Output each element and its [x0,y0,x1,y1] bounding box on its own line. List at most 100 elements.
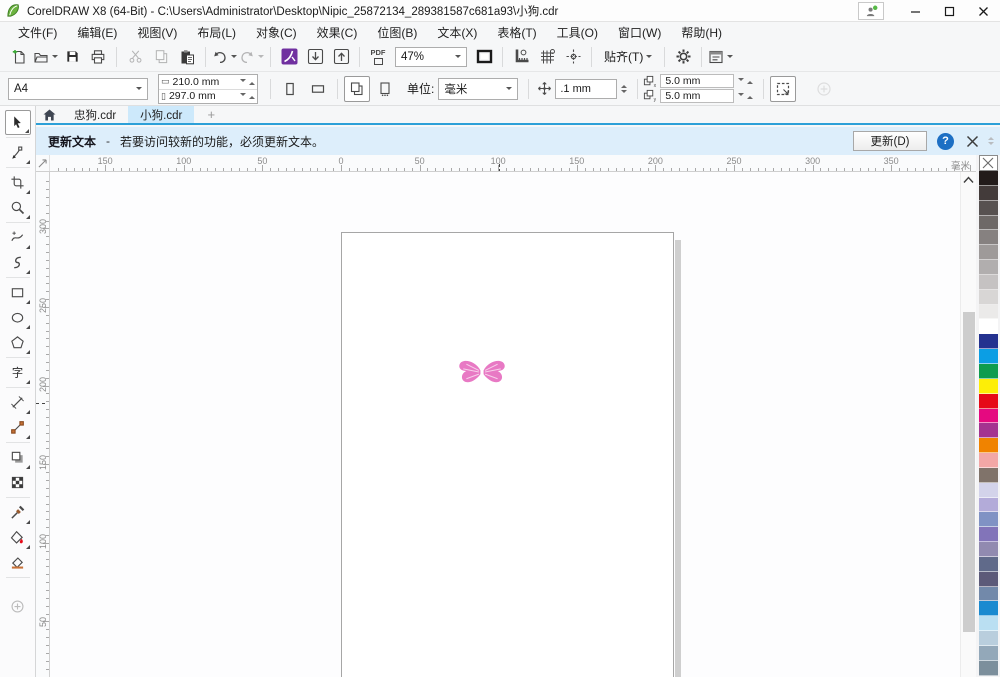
horizontal-ruler[interactable]: 毫米 150 100 50 0 50 100 150 200 250 300 350 [36,155,976,172]
color-swatch-23[interactable] [978,512,998,528]
scroll-up-icon[interactable] [963,176,974,184]
menu-item-7[interactable]: 文本(X) [427,22,487,43]
page-width-field[interactable]: ▭ 210.0 mm [159,75,257,89]
color-swatch-13[interactable] [978,363,998,379]
snap-to-button[interactable]: 贴齐(T) [598,45,658,69]
drawing-canvas[interactable] [50,172,960,677]
document-tab-1[interactable]: 小狗.cdr [128,106,195,123]
color-swatch-14[interactable] [978,378,998,394]
full-screen-preview-button[interactable] [472,45,496,69]
open-button[interactable] [33,45,58,69]
color-swatch-8[interactable] [978,289,998,305]
color-eyedropper-tool[interactable] [5,500,31,525]
document-page[interactable] [341,232,674,677]
rectangle-tool[interactable] [5,280,31,305]
menu-item-1[interactable]: 编辑(E) [67,22,127,43]
document-tab-0[interactable]: 忠狗.cdr [62,106,128,123]
color-swatch-27[interactable] [978,571,998,587]
color-swatch-17[interactable] [978,423,998,439]
freehand-tool[interactable] [5,225,31,250]
publish-to-pdf-button[interactable]: PDF [366,45,390,69]
connector-tool[interactable] [5,415,31,440]
color-swatch-6[interactable] [978,260,998,275]
menu-item-11[interactable]: 帮助(H) [671,22,732,43]
color-swatch-3[interactable] [978,215,998,231]
duplicate-y-field[interactable]: 5.0 mm [660,89,754,104]
color-swatch-22[interactable] [978,497,998,513]
all-pages-button[interactable] [344,75,370,102]
color-swatch-15[interactable] [978,393,998,409]
color-swatch-28[interactable] [978,586,998,602]
shape-tool[interactable] [5,140,31,165]
bow-graphic[interactable] [456,351,508,393]
treat-as-filled-button[interactable] [770,75,797,102]
show-grid-button[interactable] [535,45,559,69]
color-swatch-7[interactable] [978,274,998,290]
show-rulers-button[interactable] [509,45,533,69]
color-swatch-2[interactable] [978,200,998,216]
print-button[interactable] [86,45,110,69]
menu-item-2[interactable]: 视图(V) [127,22,187,43]
update-button[interactable]: 更新(D) [853,131,927,151]
transparency-tool[interactable] [5,470,31,495]
menu-item-10[interactable]: 窗口(W) [608,22,671,43]
portrait-button[interactable] [277,76,303,102]
color-swatch-25[interactable] [978,542,998,557]
landscape-button[interactable] [305,76,331,102]
minimize-button[interactable] [898,0,932,22]
page-size-preset-combo[interactable]: A4 [8,77,148,100]
no-color-swatch[interactable] [978,155,998,171]
customize-tool[interactable] [5,594,31,619]
nudge-distance-field[interactable]: .1 mm [555,78,618,99]
units-combo[interactable]: 毫米 [438,77,519,100]
options-button[interactable] [671,45,695,69]
welcome-home-tab[interactable] [36,106,62,123]
drop-shadow-tool[interactable] [5,445,31,470]
artistic-media-tool[interactable] [5,250,31,275]
crop-tool[interactable] [5,170,31,195]
color-swatch-16[interactable] [978,408,998,424]
color-swatch-10[interactable] [978,319,998,335]
color-swatch-12[interactable] [978,349,998,364]
color-swatch-11[interactable] [978,334,998,350]
color-swatch-32[interactable] [978,646,998,661]
vertical-scrollbar[interactable] [960,172,976,677]
account-icon[interactable] [858,2,884,20]
close-button[interactable] [966,0,1000,22]
interactive-fill-tool[interactable] [5,525,31,550]
color-swatch-1[interactable] [978,185,998,201]
menu-item-9[interactable]: 工具(O) [547,22,608,43]
menu-item-3[interactable]: 布局(L) [187,22,246,43]
menu-item-8[interactable]: 表格(T) [487,22,546,43]
export-button[interactable] [329,45,353,69]
color-swatch-29[interactable] [978,601,998,617]
pick-tool[interactable] [4,110,31,135]
polygon-tool[interactable] [5,330,31,355]
menu-item-0[interactable]: 文件(F) [8,22,67,43]
zoom-tool[interactable] [5,195,31,220]
color-swatch-26[interactable] [978,556,998,572]
color-swatch-9[interactable] [978,304,998,320]
scrollbar-thumb[interactable] [963,312,975,632]
save-button[interactable] [60,45,84,69]
maximize-button[interactable] [932,0,966,22]
page-height-field[interactable]: ▯ 297.0 mm [159,88,257,103]
color-swatch-24[interactable] [978,527,998,543]
color-swatch-20[interactable] [978,467,998,483]
color-swatch-4[interactable] [978,230,998,246]
undo-button[interactable] [212,45,237,69]
color-swatch-18[interactable] [978,438,998,454]
menu-item-4[interactable]: 对象(C) [246,22,307,43]
color-swatch-5[interactable] [978,245,998,261]
menu-item-5[interactable]: 效果(C) [307,22,368,43]
duplicate-x-field[interactable]: 5.0 mm [660,74,754,89]
text-tool[interactable]: 字 [5,360,31,385]
current-page-button[interactable] [372,76,398,102]
smart-fill-tool[interactable] [5,550,31,575]
application-launcher-button[interactable] [708,45,734,69]
paste-button[interactable] [175,45,199,69]
dimension-tool[interactable] [5,390,31,415]
zoom-levels-combo[interactable]: 47% [395,46,467,67]
new-tab-button[interactable]: + [200,106,222,123]
color-swatch-21[interactable] [978,482,998,498]
